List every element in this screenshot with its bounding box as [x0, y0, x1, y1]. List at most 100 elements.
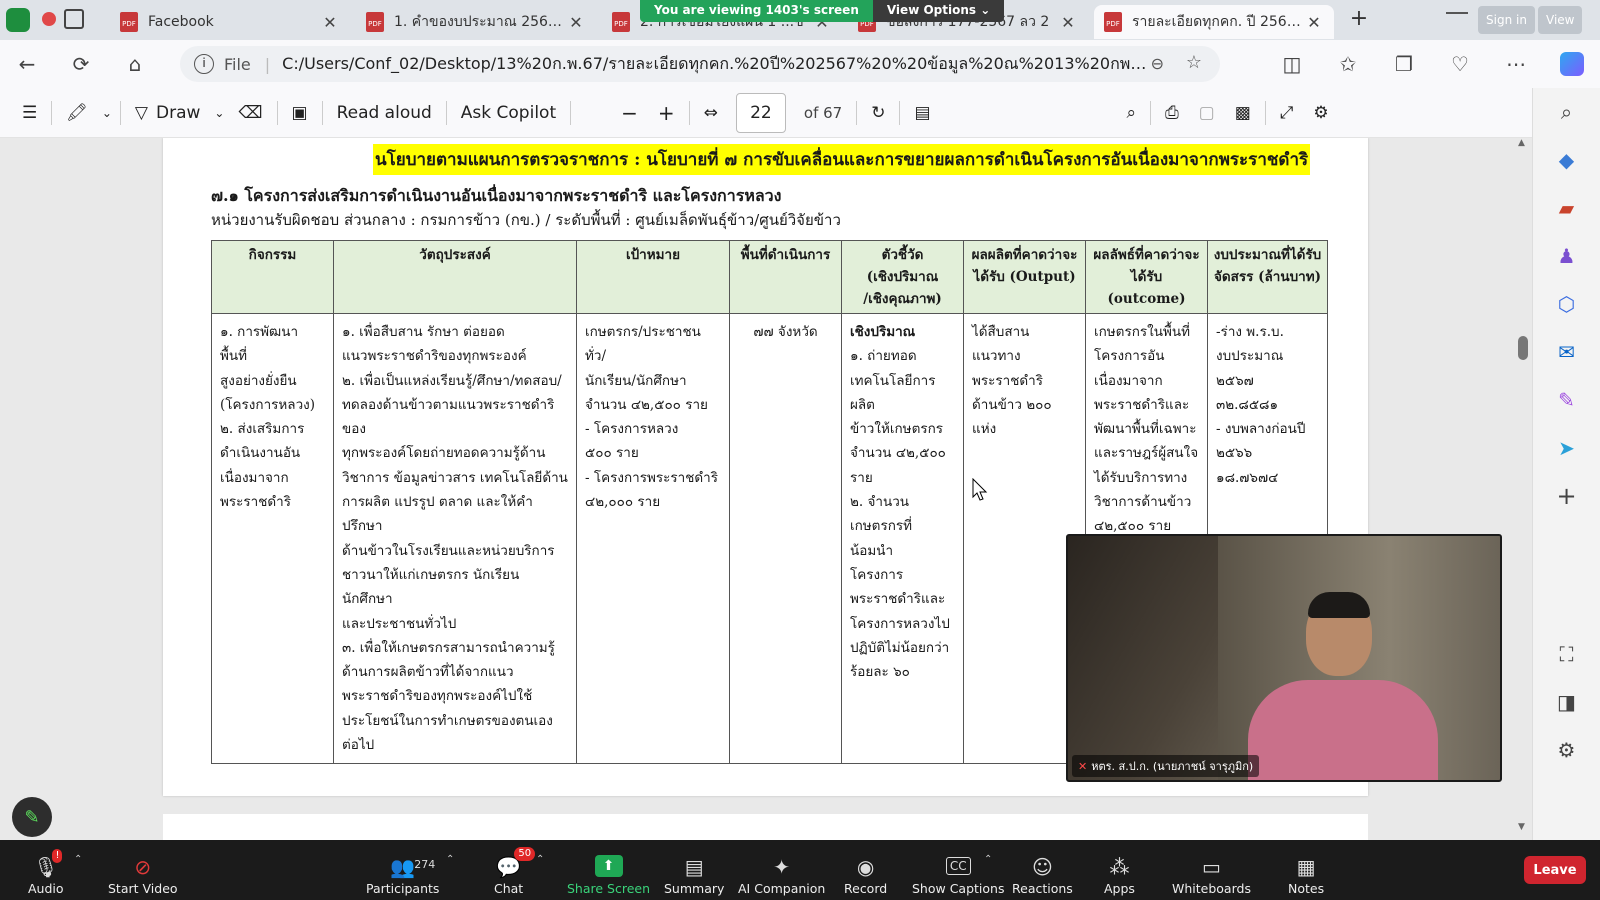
- close-tab-icon[interactable]: ✕: [566, 13, 586, 32]
- scroll-down-icon[interactable]: ▼: [1518, 822, 1525, 832]
- highlight-icon[interactable]: 🖍: [56, 88, 98, 138]
- notes-button[interactable]: ▦ Notes: [1288, 844, 1324, 896]
- share-screen-button[interactable]: ⬆ Share Screen: [567, 844, 650, 896]
- col-activity: กิจกรรม: [211, 240, 334, 314]
- page-view-icon[interactable]: ▤: [904, 88, 940, 138]
- search-pdf-icon[interactable]: ⌕: [1117, 88, 1147, 138]
- record-button[interactable]: ◉ Record: [844, 844, 887, 896]
- info-icon[interactable]: i: [194, 54, 214, 74]
- workspaces-icon[interactable]: [64, 9, 84, 29]
- save-icon[interactable]: ▢: [1189, 88, 1225, 138]
- cell-indicator: เชิงปริมาณ ๑. ถ่ายทอด เทคโนโลยีการผลิต ข…: [841, 312, 964, 765]
- show-captions-button[interactable]: CC Show Captions: [912, 844, 1004, 896]
- shopping-icon[interactable]: ◆: [1533, 136, 1600, 184]
- col-outcome: ผลลัพธ์ที่คาดว่าจะ ได้รับ (outcome): [1085, 240, 1208, 314]
- start-video-button[interactable]: ⊘ Start Video: [108, 844, 178, 896]
- view-options-button[interactable]: View Options ⌄: [872, 0, 1005, 22]
- participants-icon: 👥 274: [390, 853, 435, 881]
- highlight-dropdown-icon[interactable]: ⌄: [98, 88, 116, 138]
- annotate-pen-button[interactable]: ✎: [12, 797, 52, 837]
- tab-budget-request[interactable]: PDF 1. คำของบประมาณ 2567 ข้ ✕: [356, 5, 596, 39]
- scrollbar-thumb[interactable]: [1518, 336, 1528, 360]
- minimize-icon[interactable]: [1446, 12, 1468, 14]
- games-icon[interactable]: ♟: [1533, 232, 1600, 280]
- favorites-icon[interactable]: ✩: [1320, 40, 1376, 88]
- more-menu-icon[interactable]: ⋯: [1488, 40, 1544, 88]
- ai-companion-button[interactable]: ✦ AI Companion: [738, 844, 825, 896]
- scroll-up-icon[interactable]: ▲: [1518, 138, 1525, 148]
- participants-button[interactable]: 👥 274 Participants: [366, 844, 439, 896]
- audio-button[interactable]: 🎙! Audio: [28, 844, 64, 896]
- security-icon[interactable]: [6, 8, 30, 32]
- draw-button[interactable]: ▽ Draw: [125, 88, 210, 138]
- eraser-icon[interactable]: ⌫: [228, 88, 272, 138]
- ai-companion-label: AI Companion: [738, 881, 826, 896]
- apps-label: Apps: [1104, 881, 1135, 896]
- close-tab-icon[interactable]: ✕: [320, 13, 340, 32]
- sidebar-settings-icon[interactable]: ⚙: [1533, 726, 1600, 774]
- reactions-button[interactable]: ☺ Reactions: [1012, 844, 1073, 896]
- new-tab-button[interactable]: +: [1344, 6, 1374, 34]
- participant-video[interactable]: ✕ หตร. ส.ป.ก. (นายภาชน์ จารุภูมิก): [1066, 534, 1502, 782]
- toolbar-divider: [856, 100, 858, 125]
- audio-options-icon[interactable]: ⌃: [74, 854, 82, 865]
- close-tab-icon[interactable]: ✕: [1058, 13, 1078, 32]
- back-icon[interactable]: ←: [0, 40, 54, 88]
- pdf-scrollbar[interactable]: ▲ ▼: [1518, 138, 1528, 832]
- favorite-star-icon[interactable]: ☆: [1186, 52, 1202, 73]
- tab-facebook[interactable]: PDF Facebook ✕: [110, 5, 350, 39]
- draw-dropdown-icon[interactable]: ⌄: [210, 88, 228, 138]
- browser-essentials-icon[interactable]: ♡: [1432, 40, 1488, 88]
- chat-button[interactable]: 💬 50 Chat: [494, 844, 536, 896]
- cell-area: ๗๗ จังหวัด: [729, 312, 842, 765]
- contents-icon[interactable]: ☰: [0, 88, 47, 138]
- chat-options-icon[interactable]: ⌃: [536, 854, 544, 865]
- leave-button[interactable]: Leave: [1524, 856, 1586, 884]
- print-icon[interactable]: ⎙: [1155, 88, 1189, 138]
- zoom-in-pdf-icon[interactable]: +: [648, 88, 685, 138]
- text-box-icon[interactable]: ▣: [282, 88, 318, 138]
- copilot-icon[interactable]: [1544, 40, 1600, 88]
- read-aloud-button[interactable]: Read aloud: [327, 88, 442, 138]
- fullscreen-icon[interactable]: ⤢: [1270, 88, 1304, 138]
- outlook-icon[interactable]: ✉: [1533, 328, 1600, 376]
- viewing-screen-label: You are viewing 1403's screen: [640, 0, 873, 22]
- ask-copilot-button[interactable]: Ask Copilot: [451, 88, 566, 138]
- save-as-icon[interactable]: ▩: [1225, 88, 1261, 138]
- fit-width-icon[interactable]: ⇔: [694, 88, 728, 138]
- page-number-input[interactable]: 22: [735, 92, 786, 133]
- participants-count: 274: [414, 858, 436, 871]
- home-icon[interactable]: ⌂: [108, 40, 162, 88]
- pdf-settings-icon[interactable]: ⚙: [1303, 88, 1338, 138]
- close-tab-icon[interactable]: ✕: [1304, 13, 1324, 32]
- zoom-out-icon[interactable]: ⊖: [1151, 54, 1164, 73]
- screenshot-icon[interactable]: ⛶: [1533, 630, 1600, 678]
- tab-project-details-active[interactable]: PDF รายละเอียดทุกคก. ปี 2567 ข้ ✕: [1094, 5, 1334, 39]
- zoom-out-pdf-icon[interactable]: −: [611, 88, 648, 138]
- share-screen-label: Share Screen: [567, 881, 651, 896]
- view-button[interactable]: View: [1538, 6, 1583, 34]
- address-input[interactable]: i File | C:/Users/Conf_02/Desktop/13%20ก…: [180, 46, 1220, 82]
- pdf-icon: PDF: [366, 12, 384, 32]
- split-screen-icon[interactable]: ◫: [1264, 40, 1320, 88]
- microsoft-365-icon[interactable]: ⬡: [1533, 280, 1600, 328]
- video-off-icon: ⊘: [134, 855, 152, 879]
- hide-sidebar-icon[interactable]: ◨: [1533, 678, 1600, 726]
- toolbar-divider: [1150, 100, 1152, 125]
- send-icon[interactable]: ➤: [1533, 424, 1600, 472]
- collections-icon[interactable]: ❐: [1376, 40, 1432, 88]
- designer-icon[interactable]: ✎: [1533, 376, 1600, 424]
- summary-button[interactable]: ▤ Summary: [664, 844, 724, 896]
- sign-in-button[interactable]: Sign in: [1478, 6, 1535, 34]
- sidebar-search-icon[interactable]: ⌕: [1533, 88, 1600, 136]
- reload-icon[interactable]: ⟳: [54, 40, 108, 88]
- pdf-icon: PDF: [120, 12, 138, 32]
- participants-options-icon[interactable]: ⌃: [446, 854, 454, 865]
- col-area: พื้นที่ดำเนินการ: [729, 240, 842, 314]
- sidebar-add-icon[interactable]: +: [1533, 472, 1600, 520]
- tools-icon[interactable]: ▰: [1533, 184, 1600, 232]
- whiteboards-button[interactable]: ▭ Whiteboards: [1172, 844, 1251, 896]
- apps-button[interactable]: ⁂ Apps: [1104, 844, 1135, 896]
- rotate-icon[interactable]: ↻: [861, 88, 895, 138]
- captions-options-icon[interactable]: ⌃: [984, 854, 992, 865]
